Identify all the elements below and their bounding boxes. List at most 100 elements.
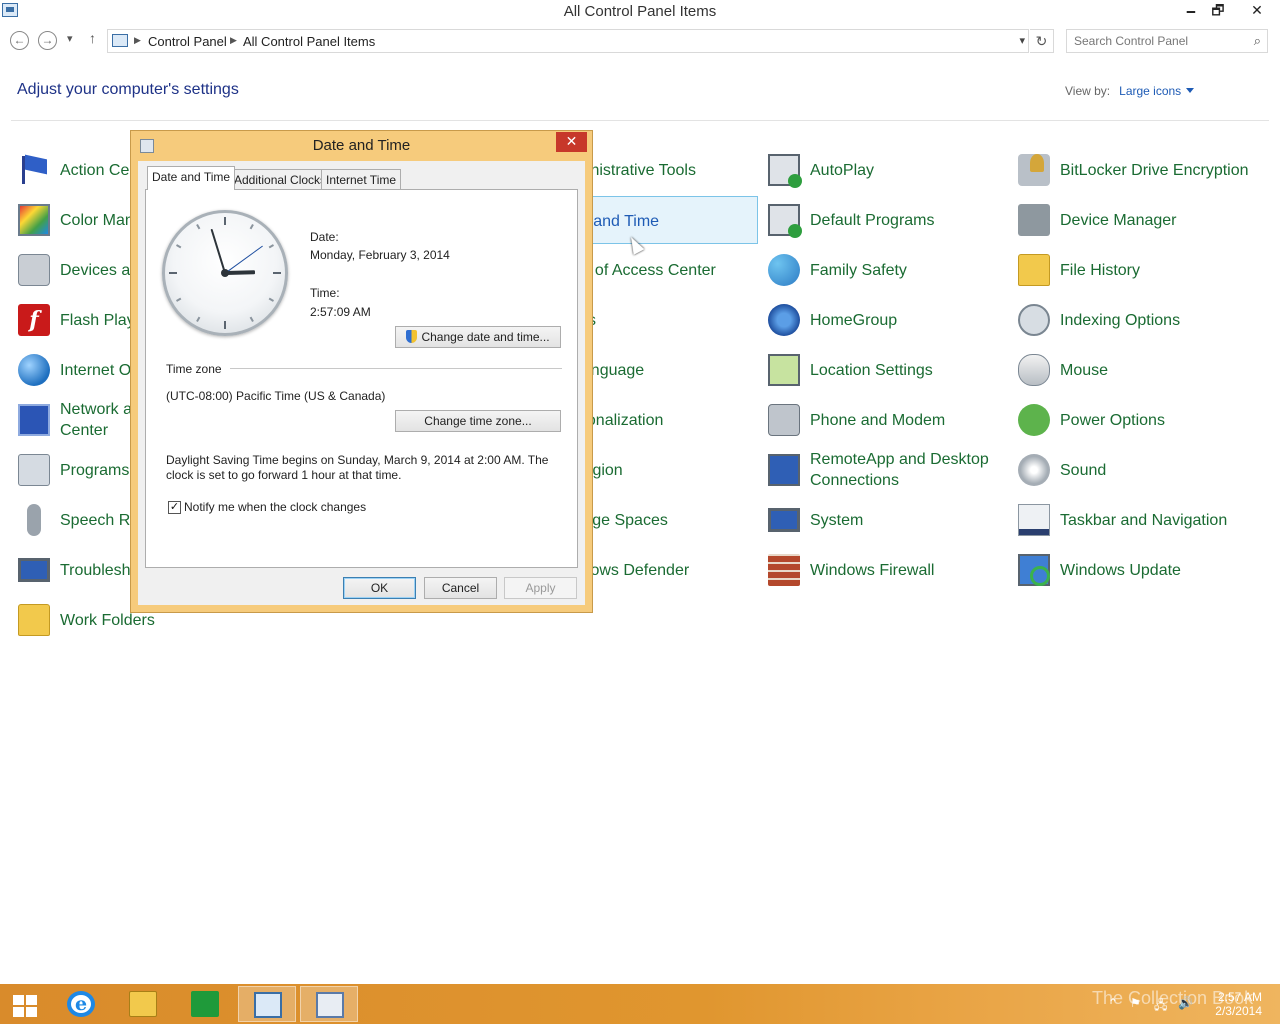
item-default-programs[interactable]: Default Programs <box>766 196 1014 244</box>
tab-date-and-time[interactable]: Date and Time <box>147 166 236 190</box>
item-phone-modem[interactable]: Phone and Modem <box>766 396 1014 444</box>
uac-shield-icon <box>406 330 418 343</box>
item-homegroup[interactable]: HomeGroup <box>766 296 1014 344</box>
item-family-safety[interactable]: Family Safety <box>766 246 1014 294</box>
item-system[interactable]: System <box>766 496 1014 544</box>
clock-center-pin <box>221 269 229 277</box>
timezone-value: (UTC-08:00) Pacific Time (US & Canada) <box>166 389 386 403</box>
breadcrumb-all-items[interactable]: All Control Panel Items <box>243 34 375 49</box>
time-label: Time: <box>310 286 340 300</box>
taskbar-date-time[interactable] <box>300 986 358 1022</box>
notify-label[interactable]: Notify me when the clock changes <box>184 500 366 514</box>
color-management-icon <box>18 204 50 236</box>
show-hidden-icons-button[interactable]: ⌃ <box>1108 996 1118 1010</box>
refresh-button[interactable]: ↻ <box>1030 29 1054 53</box>
item-windows-firewall[interactable]: Windows Firewall <box>766 546 1014 594</box>
up-button[interactable]: ↑ <box>89 30 96 46</box>
restore-button[interactable]: 🗗 <box>1203 0 1233 22</box>
bitlocker-icon <box>1018 154 1050 186</box>
view-by-dropdown[interactable]: Large icons <box>1119 84 1194 98</box>
action-center-flag-icon[interactable]: ⚑ <box>1130 996 1141 1010</box>
item-indexing-options[interactable]: Indexing Options <box>1016 296 1264 344</box>
change-timezone-button[interactable]: Change time zone... <box>395 410 561 432</box>
item-taskbar-navigation[interactable]: Taskbar and Navigation <box>1016 496 1264 544</box>
volume-tray-icon[interactable]: 🔊 <box>1178 996 1193 1010</box>
breadcrumb-separator-icon[interactable]: ▶ <box>230 35 237 46</box>
network-tray-icon[interactable]: 🖧 <box>1154 996 1167 1017</box>
analog-clock <box>162 210 288 336</box>
file-explorer-icon <box>129 991 157 1017</box>
item-sound[interactable]: Sound <box>1016 446 1264 494</box>
clock-tick-mark <box>249 224 254 230</box>
navigation-bar: ← → ▾ ↑ ▶ Control Panel ▶ All Control Pa… <box>0 28 1280 54</box>
clock-tick-mark <box>224 321 226 329</box>
search-input[interactable]: Search Control Panel ⌕ <box>1066 29 1268 53</box>
breadcrumb-control-panel[interactable]: Control Panel <box>148 34 227 49</box>
clock-tick-mark <box>268 244 274 249</box>
timezone-divider <box>230 368 562 369</box>
tab-internet-time[interactable]: Internet Time <box>321 169 402 189</box>
item-label: HomeGroup <box>810 311 898 329</box>
taskbar: e The Collection Book ⌃ ⚑ 🖧 🔊 2:57 AM 2/… <box>0 984 1280 1024</box>
notify-checkbox[interactable]: ✓ <box>168 501 181 514</box>
dialog-body: Date and Time Additional Clocks Internet… <box>138 161 585 605</box>
taskbar-internet-explorer[interactable]: e <box>52 986 110 1022</box>
system-icon <box>768 508 800 532</box>
clock-tick-mark <box>249 316 254 322</box>
taskbar-store[interactable] <box>176 986 234 1022</box>
taskbar-file-explorer[interactable] <box>114 986 172 1022</box>
windows-update-icon <box>1018 554 1050 586</box>
change-date-time-button[interactable]: Change date and time... <box>395 326 561 348</box>
item-bitlocker[interactable]: BitLocker Drive Encryption <box>1016 146 1266 194</box>
taskbar-icon <box>1018 504 1050 536</box>
item-remoteapp[interactable]: RemoteApp and Desktop Connections <box>766 446 1014 494</box>
item-file-history[interactable]: File History <box>1016 246 1264 294</box>
breadcrumb-separator-icon[interactable]: ▶ <box>134 35 141 46</box>
divider <box>11 120 1269 121</box>
dialog-close-button[interactable]: ✕ <box>556 132 587 152</box>
item-windows-update[interactable]: Windows Update <box>1016 546 1264 594</box>
change-date-time-label: Change date and time... <box>421 330 550 344</box>
item-label: Mouse <box>1060 361 1109 379</box>
close-window-button[interactable]: ✕ <box>1238 0 1276 22</box>
folder-icon <box>18 604 50 636</box>
item-power-options[interactable]: Power Options <box>1016 396 1264 444</box>
item-label: Phone and Modem <box>810 411 946 429</box>
devices-icon <box>18 254 50 286</box>
apply-button[interactable]: Apply <box>504 577 577 599</box>
minimize-button[interactable]: 🗕 <box>1176 0 1206 22</box>
sound-icon <box>1018 454 1050 486</box>
taskbar-control-panel[interactable] <box>238 986 296 1022</box>
location-icon <box>768 354 800 386</box>
recent-locations-button[interactable]: ▾ <box>67 32 73 45</box>
taskbar-time: 2:57 AM <box>1217 990 1262 1004</box>
search-icon[interactable]: ⌕ <box>1254 33 1261 49</box>
firewall-icon <box>768 554 800 586</box>
page-heading: Adjust your computer's settings <box>17 81 239 98</box>
cancel-button[interactable]: Cancel <box>424 577 497 599</box>
time-value: 2:57:09 AM <box>310 305 371 319</box>
item-mouse[interactable]: Mouse <box>1016 346 1264 394</box>
taskbar-clock[interactable]: 2:57 AM 2/3/2014 <box>1215 990 1262 1018</box>
address-bar[interactable]: ▶ Control Panel ▶ All Control Panel Item… <box>107 29 1029 53</box>
item-label: Location Settings <box>810 361 933 379</box>
ok-button[interactable]: OK <box>343 577 416 599</box>
start-button[interactable] <box>0 986 58 1022</box>
clock-tick-mark <box>268 297 274 302</box>
autoplay-icon <box>768 154 802 188</box>
file-history-icon <box>1018 254 1050 286</box>
store-icon <box>191 991 219 1017</box>
taskbar-date: 2/3/2014 <box>1215 1004 1262 1018</box>
clock-tick-mark <box>196 224 201 230</box>
item-location-settings[interactable]: Location Settings <box>766 346 1014 394</box>
window-title: All Control Panel Items <box>563 3 717 20</box>
item-device-manager[interactable]: Device Manager <box>1016 196 1264 244</box>
date-time-dialog: Date and Time ✕ Date and Time Additional… <box>130 130 593 613</box>
address-dropdown-icon[interactable]: ▾ <box>1019 34 1025 47</box>
microphone-icon <box>27 504 41 536</box>
item-autoplay[interactable]: AutoPlay <box>766 146 1014 194</box>
back-button[interactable]: ← <box>10 31 29 50</box>
tab-additional-clocks[interactable]: Additional Clocks <box>229 169 332 189</box>
item-label: Windows Firewall <box>810 561 935 579</box>
forward-button[interactable]: → <box>38 31 57 50</box>
